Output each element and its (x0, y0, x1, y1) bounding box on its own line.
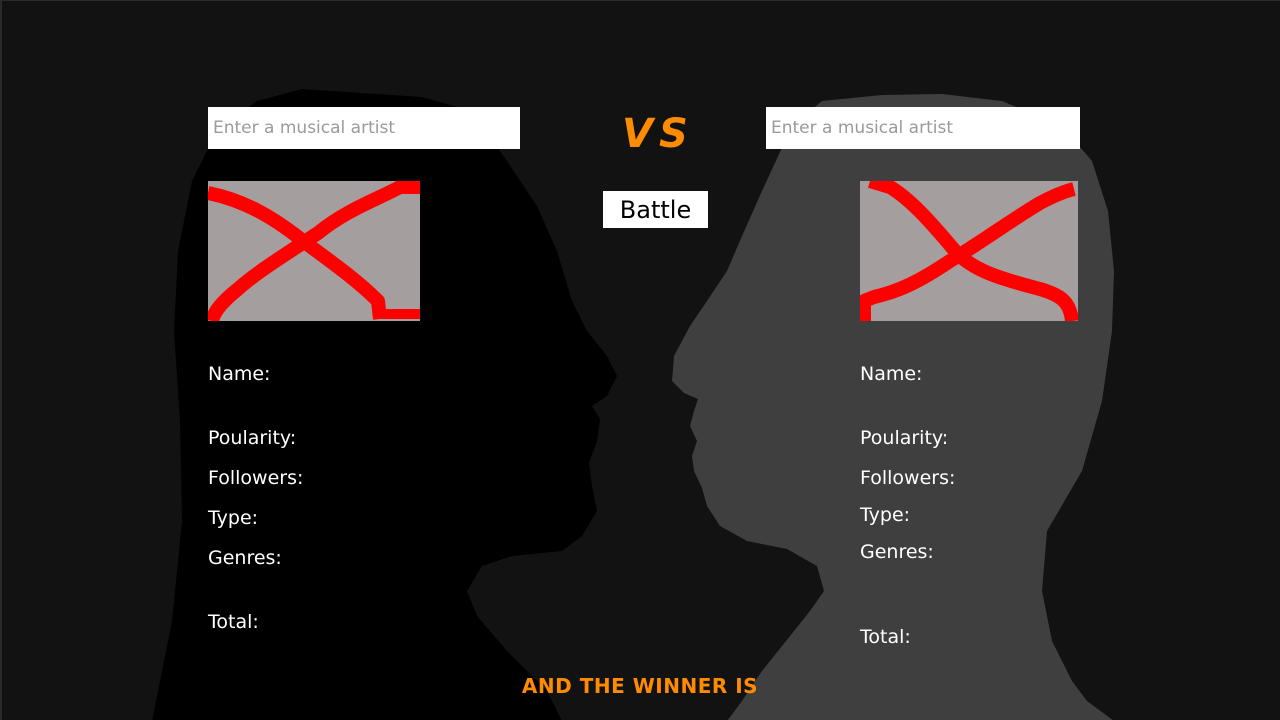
right-total-label: Total: (860, 626, 911, 648)
right-popularity-label: Poularity: (860, 427, 949, 449)
right-type-label: Type: (860, 504, 911, 526)
left-total-label: Total: (208, 611, 259, 633)
battle-button[interactable]: Battle (603, 191, 708, 228)
winner-announcement: AND THE WINNER IS (521, 674, 759, 698)
left-followers-label: Followers: (208, 467, 304, 489)
right-genres-label: Genres: (860, 541, 934, 563)
right-name-label: Name: (860, 363, 923, 385)
right-followers-label: Followers: (860, 467, 956, 489)
left-popularity-label: Poularity: (208, 427, 297, 449)
left-artist-search-input[interactable] (208, 107, 520, 149)
left-name-label: Name: (208, 363, 271, 385)
left-artist-broken-image (208, 181, 420, 321)
vs-title: VS (622, 111, 694, 157)
right-artist-broken-image (860, 181, 1078, 321)
left-type-label: Type: (208, 507, 259, 529)
left-genres-label: Genres: (208, 547, 282, 569)
app-stage: VS Battle Name: Poularity: Followers: Ty… (0, 0, 1280, 720)
right-artist-search-input[interactable] (766, 107, 1080, 149)
